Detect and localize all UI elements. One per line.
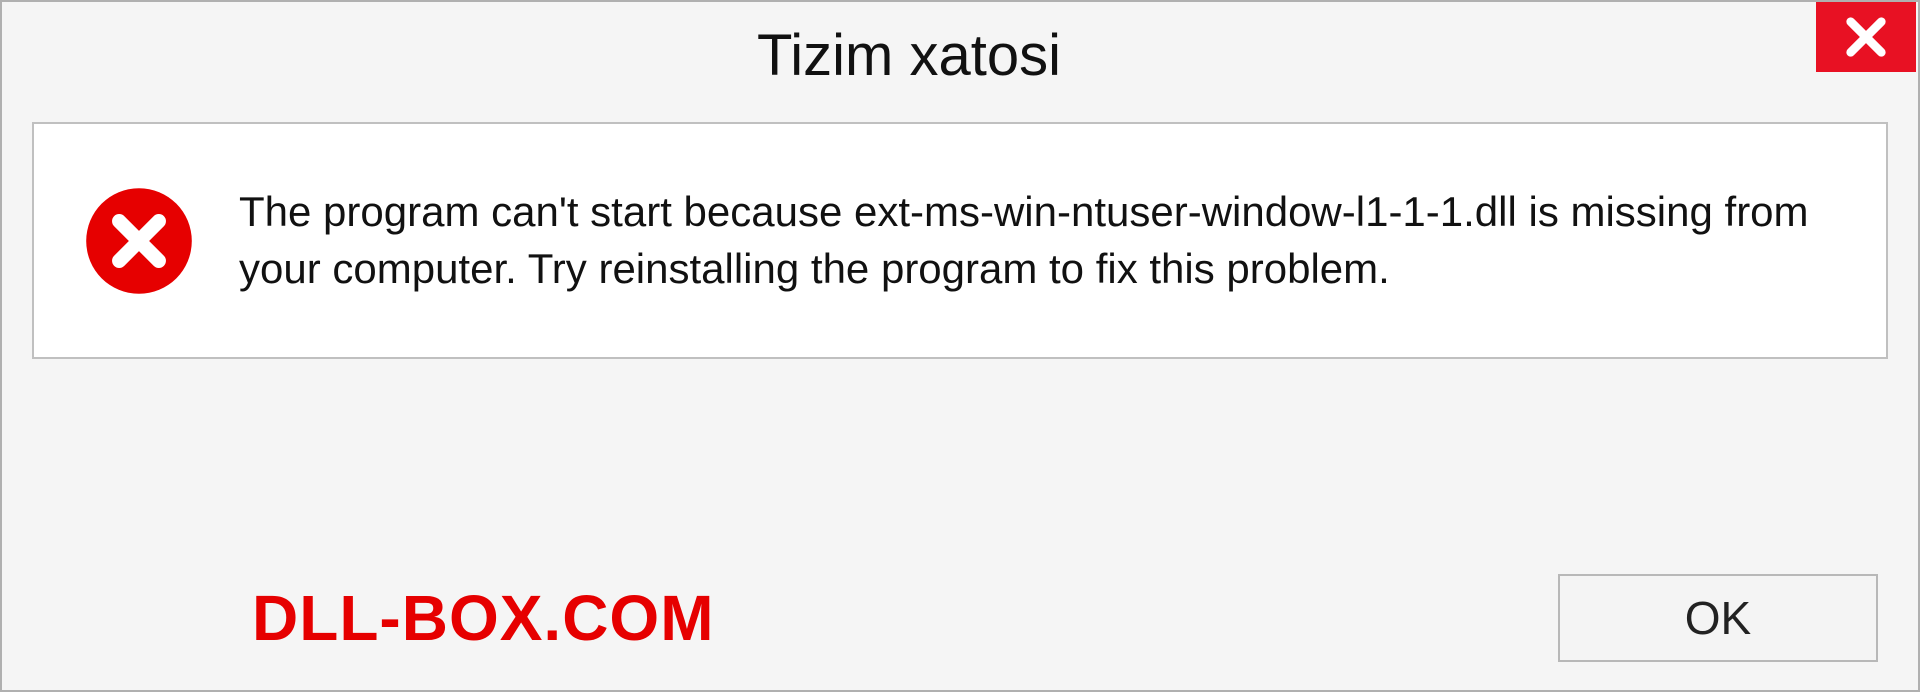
- footer: DLL-BOX.COM OK: [2, 574, 1918, 662]
- close-icon: [1843, 14, 1889, 60]
- brand-watermark: DLL-BOX.COM: [252, 581, 715, 655]
- content-panel: The program can't start because ext-ms-w…: [32, 122, 1888, 359]
- error-icon: [84, 186, 194, 296]
- ok-button[interactable]: OK: [1558, 574, 1878, 662]
- error-message: The program can't start because ext-ms-w…: [239, 184, 1836, 297]
- close-button[interactable]: [1816, 2, 1916, 72]
- titlebar: Tizim xatosi: [2, 2, 1918, 112]
- dialog-title: Tizim xatosi: [2, 14, 1816, 89]
